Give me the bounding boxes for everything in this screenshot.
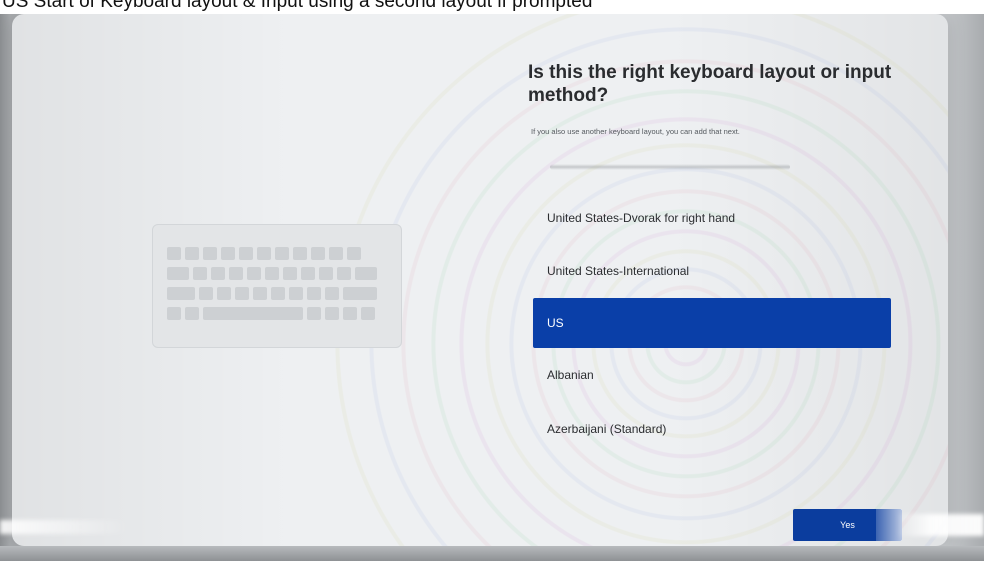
layout-option-albanian[interactable]: Albanian (533, 350, 891, 400)
setup-screen: Is this the right keyboard layout or inp… (12, 14, 948, 546)
layout-option-label: United States-International (547, 264, 690, 278)
layout-option-dvorak-right[interactable]: United States-Dvorak for right hand (533, 193, 891, 243)
page-title: Is this the right keyboard layout or inp… (528, 62, 892, 106)
photo-frame: Is this the right keyboard layout or inp… (0, 14, 984, 561)
layout-option-label: Azerbaijani (Standard) (547, 422, 667, 436)
light-reflection-left (0, 520, 130, 534)
yes-button-label: Yes (840, 520, 855, 530)
layout-option-azerbaijani[interactable]: Azerbaijani (Standard) (533, 404, 891, 454)
layout-option-label: Albanian (547, 368, 594, 382)
page-subtitle: If you also use another keyboard layout,… (531, 127, 740, 136)
layout-option-label: US (547, 316, 564, 330)
list-scroll-fade (550, 164, 790, 170)
light-reflection-right (896, 514, 984, 536)
keyboard-icon (152, 224, 402, 348)
monitor-bezel (0, 546, 984, 561)
caption-text: US Start of Keyboard layout & Input usin… (2, 0, 593, 12)
layout-option-label: United States-Dvorak for right hand (547, 211, 736, 225)
caption: US Start of Keyboard layout & Input usin… (0, 0, 984, 14)
layout-option-us[interactable]: US (533, 298, 891, 348)
layout-option-us-international[interactable]: United States-International (533, 246, 891, 296)
yes-button[interactable]: Yes (793, 509, 902, 541)
